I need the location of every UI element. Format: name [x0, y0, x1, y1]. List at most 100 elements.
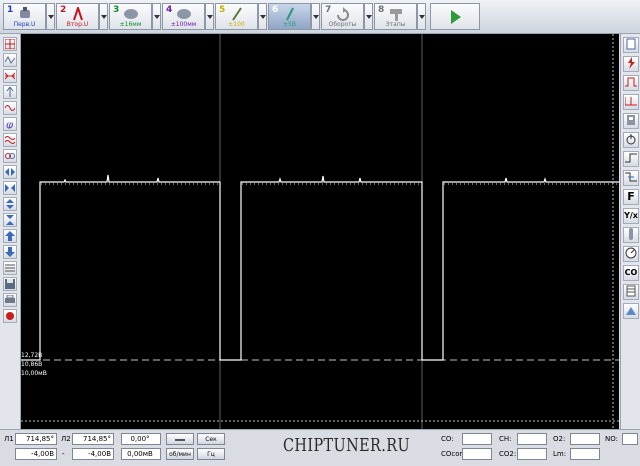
rpm-button[interactable]: об/мин — [166, 448, 194, 460]
play-button[interactable] — [430, 3, 480, 30]
channel-4-dropdown[interactable] — [205, 3, 214, 30]
sine-tool-button[interactable] — [3, 101, 17, 115]
channel-4-button[interactable]: 4 ±100мм — [162, 3, 205, 30]
channel-4-label: ±100мм — [170, 21, 197, 28]
no-label: NO: — [605, 435, 618, 443]
print-button[interactable] — [3, 293, 17, 307]
memory-button[interactable] — [623, 113, 639, 129]
frequency-button[interactable]: F — [623, 189, 639, 205]
channel-4-number: 4 — [166, 5, 173, 15]
save-button[interactable] — [3, 277, 17, 291]
filter-tool-button[interactable] — [3, 133, 17, 147]
pulse-down-icon — [624, 97, 637, 106]
table-button[interactable] — [623, 284, 639, 300]
channel-8-button[interactable]: 8 Этапы — [374, 3, 417, 30]
signal-low-button[interactable] — [623, 75, 639, 91]
shrink-horizontal-button[interactable] — [3, 181, 17, 195]
signal-high-button[interactable] — [623, 94, 639, 110]
channel-2-button[interactable]: 2 Втор.U — [56, 3, 99, 30]
new-page-button[interactable] — [623, 37, 639, 53]
watermark-text: CHIPTUNER.RU — [283, 435, 411, 456]
cursor-mode-button[interactable] — [166, 433, 194, 445]
arrow-up-icon — [5, 231, 15, 241]
shift-down-button[interactable] — [3, 245, 17, 259]
arrow-down-icon — [5, 247, 15, 257]
channel-1-label: Перв.U — [13, 21, 36, 28]
compare-tool-button[interactable] — [3, 149, 17, 163]
needle-icon — [231, 7, 242, 21]
play-icon — [451, 10, 461, 24]
channel-6-label: ±5В — [283, 21, 296, 28]
channel-1-button[interactable]: 1 Перв.U — [3, 3, 46, 30]
channel-7-button[interactable]: 7 Обороты — [321, 3, 364, 30]
waveform-tool-button[interactable] — [3, 53, 17, 67]
gauge-icon — [625, 247, 637, 259]
voltage-2-value[interactable]: -4,00В — [72, 448, 114, 460]
co-button[interactable]: CO — [623, 265, 639, 281]
ignition-button[interactable] — [623, 56, 639, 72]
chart-button[interactable] — [623, 303, 639, 319]
phase-tool-button[interactable]: φ — [3, 117, 17, 131]
shrink-vertical-button[interactable] — [3, 213, 17, 227]
channel-1-dropdown[interactable] — [46, 3, 55, 30]
edge-fall-icon — [625, 172, 637, 182]
cursor-2-value[interactable]: 714,85° — [72, 433, 114, 445]
cursor-1-value[interactable]: 714,85° — [15, 433, 57, 445]
seconds-button[interactable]: Сек — [197, 433, 225, 445]
fit-vertical-button[interactable] — [3, 197, 17, 211]
scale-label-mid: 10,86В — [21, 361, 43, 368]
power-button[interactable] — [623, 132, 639, 148]
scale-label-top: 12,72В — [21, 352, 43, 359]
channel-toolbar: 1 Перв.U 2 Втор.U 3 ±16мм 4 ±100мм 5 ±10… — [0, 0, 640, 34]
channel-5-label: ±100 — [228, 21, 245, 28]
chart-icon — [626, 307, 636, 315]
list-icon — [5, 264, 15, 272]
probe-icon — [19, 7, 30, 18]
zoom-tool-button[interactable] — [3, 69, 17, 83]
channel-3-dropdown[interactable] — [152, 3, 161, 30]
record-button[interactable] — [3, 309, 17, 323]
left-toolbar: φ — [0, 34, 21, 429]
ch-value — [517, 433, 547, 445]
sensor-button[interactable] — [623, 227, 639, 243]
grid-tool-button[interactable] — [3, 37, 17, 51]
ch-label: CH: — [499, 435, 512, 443]
grid-icon — [5, 39, 15, 49]
trigger-tool-button[interactable] — [3, 85, 17, 99]
zoom-icon — [5, 72, 15, 80]
channel-7-dropdown[interactable] — [364, 3, 373, 30]
pulse-icon — [625, 77, 637, 87]
edge-icon — [625, 153, 637, 163]
gauge-button[interactable] — [623, 246, 639, 262]
printer-icon — [5, 295, 15, 303]
channel-5-button[interactable]: 5 ±100 — [215, 3, 258, 30]
measurement-panel: Л1 714,85° Л2 714,85° 0,00° Сек -4,00В -… — [0, 429, 640, 466]
waveform-icon — [5, 55, 15, 64]
channel-5-number: 5 — [219, 5, 226, 15]
channel-3-label: ±16мм — [119, 21, 142, 28]
lambda-value — [570, 448, 600, 460]
channel-2-label: Втор.U — [66, 21, 89, 28]
trigger-fall-button[interactable] — [623, 170, 639, 186]
hertz-button[interactable]: Гц — [197, 448, 225, 460]
channel-6-button[interactable]: 6 ±5В — [268, 3, 311, 30]
channel-3-button[interactable]: 3 ±16мм — [109, 3, 152, 30]
voltage-1-value[interactable]: -4,00В — [15, 448, 57, 460]
oscilloscope-display[interactable]: 12,72В 10,86В 10,00мВ — [21, 34, 619, 429]
channel-select-button[interactable] — [3, 261, 17, 275]
voltage-delta-value[interactable]: 0,00мВ — [121, 448, 161, 460]
spark-icon — [628, 57, 635, 69]
filter-icon — [5, 136, 15, 144]
fit-horizontal-button[interactable] — [3, 165, 17, 179]
svg-text:φ: φ — [6, 120, 13, 129]
channel-5-dropdown[interactable] — [258, 3, 267, 30]
cursor-delta-value[interactable]: 0,00° — [121, 433, 161, 445]
shift-up-button[interactable] — [3, 229, 17, 243]
needle-icon — [285, 7, 294, 21]
channel-8-dropdown[interactable] — [417, 3, 426, 30]
cocor-value — [462, 448, 492, 460]
channel-6-dropdown[interactable] — [311, 3, 320, 30]
trigger-rise-button[interactable] — [623, 151, 639, 167]
yx-mode-button[interactable]: Y/x — [623, 208, 639, 224]
channel-2-dropdown[interactable] — [99, 3, 108, 30]
